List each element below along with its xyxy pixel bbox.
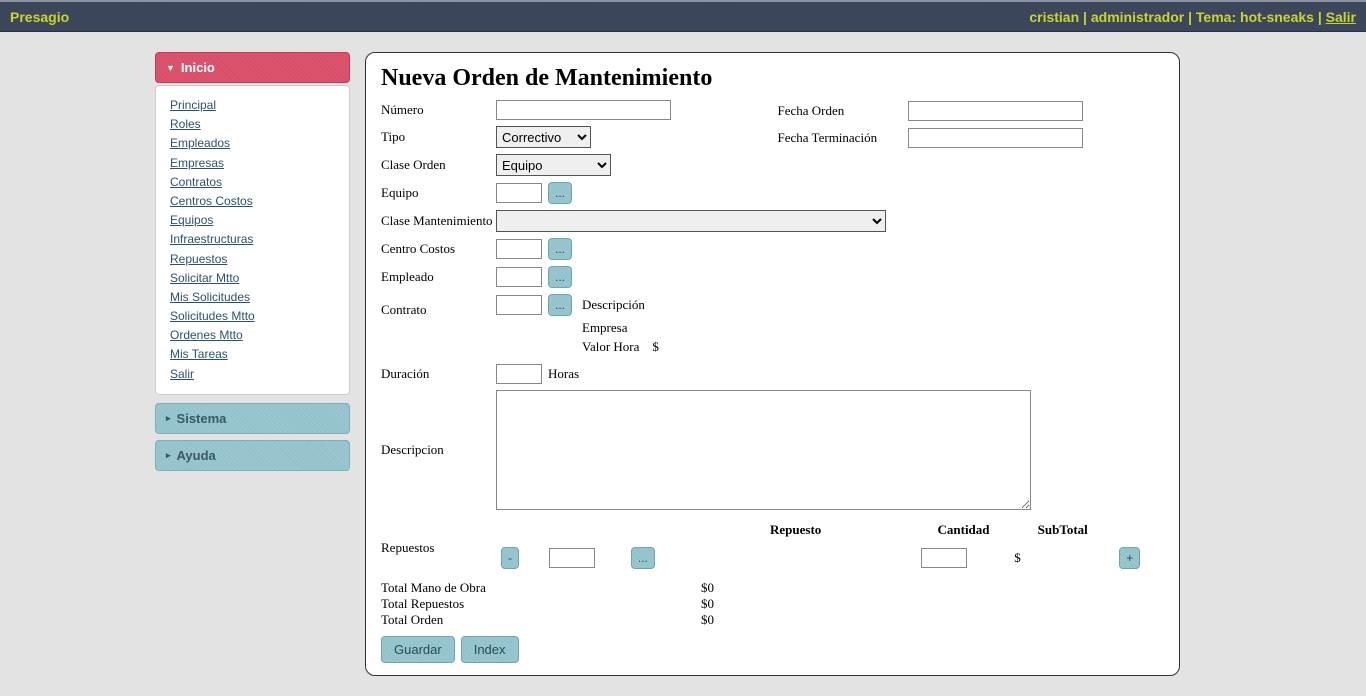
sidebar-item-empresas[interactable]: Empresas (170, 154, 335, 173)
label-contrato: Contrato (381, 294, 496, 318)
sidebar-section-inicio[interactable]: ▼ Inicio (155, 52, 350, 83)
equipo-input[interactable] (496, 183, 542, 203)
label-clase-orden: Clase Orden (381, 157, 496, 173)
theme-value: hot-sneaks (1240, 9, 1314, 25)
caret-right-icon: ▸ (166, 450, 171, 461)
label-equipo: Equipo (381, 185, 496, 201)
sidebar-item-infraestructuras[interactable]: Infraestructuras (170, 230, 335, 249)
equipo-lookup-button[interactable]: ... (548, 182, 572, 204)
label-tipo: Tipo (381, 129, 496, 145)
label-numero: Número (381, 102, 496, 118)
col-cantidad: Cantidad (918, 522, 1010, 542)
repuesto-minus-button[interactable]: - (501, 547, 519, 569)
user-name: cristian (1029, 9, 1079, 25)
theme-label: Tema: (1196, 9, 1236, 25)
sidebar-item-salir[interactable]: Salir (170, 365, 335, 384)
contrato-valor-hora-value: $ (652, 339, 659, 354)
top-bar: Presagio cristian | administrador | Tema… (0, 0, 1366, 32)
label-fecha-orden: Fecha Orden (778, 103, 908, 119)
label-contrato-descripcion: Descripción (582, 297, 645, 313)
page-title: Nueva Orden de Mantenimiento (381, 65, 1164, 92)
label-clase-mantenimiento: Clase Mantenimiento (381, 213, 496, 229)
caret-right-icon: ▸ (166, 413, 171, 424)
repuesto-code-input[interactable] (549, 548, 595, 568)
sidebar-item-solicitudes-mtto[interactable]: Solicitudes Mtto (170, 307, 335, 326)
sidebar-section-title: Inicio (181, 60, 215, 75)
label-descripcion: Descripcion (381, 442, 496, 458)
repuesto-cantidad-input[interactable] (921, 548, 967, 568)
empleado-input[interactable] (496, 267, 542, 287)
duracion-unit: Horas (548, 366, 579, 382)
label-empleado: Empleado (381, 269, 496, 285)
sidebar-item-contratos[interactable]: Contratos (170, 173, 335, 192)
repuesto-plus-button[interactable]: + (1119, 547, 1140, 569)
col-subtotal: SubTotal (1011, 522, 1114, 542)
main-panel: Nueva Orden de Mantenimiento Número Tipo… (365, 52, 1180, 676)
tipo-select[interactable]: Correctivo (496, 126, 591, 148)
sidebar-item-roles[interactable]: Roles (170, 115, 335, 134)
sidebar-section-ayuda[interactable]: ▸ Ayuda (155, 440, 350, 471)
label-total-repuestos: Total Repuestos (381, 596, 701, 612)
duracion-input[interactable] (496, 364, 542, 384)
label-total-orden: Total Orden (381, 612, 701, 628)
fecha-terminacion-input[interactable] (908, 128, 1083, 148)
centro-costos-input[interactable] (496, 239, 542, 259)
sidebar-item-equipos[interactable]: Equipos (170, 211, 335, 230)
numero-input[interactable] (496, 100, 671, 120)
label-fecha-terminacion: Fecha Terminación (778, 130, 908, 146)
contrato-input[interactable] (496, 295, 542, 315)
sidebar-item-ordenes-mtto[interactable]: Ordenes Mtto (170, 326, 335, 345)
repuesto-subtotal-cell: $ (1011, 544, 1114, 572)
brand-label: Presagio (10, 9, 69, 25)
user-info: cristian | administrador | Tema: hot-sne… (1029, 9, 1356, 25)
sidebar-item-mis-solicitudes[interactable]: Mis Solicitudes (170, 288, 335, 307)
sidebar-item-centros-costos[interactable]: Centros Costos (170, 192, 335, 211)
empleado-lookup-button[interactable]: ... (548, 266, 572, 288)
sidebar: ▼ Inicio Principal Roles Empleados Empre… (155, 52, 350, 676)
label-repuestos: Repuestos (381, 516, 496, 556)
sidebar-body-inicio: Principal Roles Empleados Empresas Contr… (155, 85, 350, 395)
label-centro-costos: Centro Costos (381, 241, 496, 257)
label-contrato-empresa: Empresa (582, 320, 1164, 336)
sidebar-item-empleados[interactable]: Empleados (170, 134, 335, 153)
label-total-mano-obra: Total Mano de Obra (381, 580, 701, 596)
label-duracion: Duración (381, 366, 496, 382)
contrato-lookup-button[interactable]: ... (548, 294, 572, 316)
sidebar-section-title: Sistema (177, 411, 227, 426)
logout-link[interactable]: Salir (1326, 9, 1356, 25)
user-role: administrador (1091, 9, 1184, 25)
fecha-orden-input[interactable] (908, 101, 1083, 121)
descripcion-textarea[interactable] (496, 390, 1031, 510)
caret-down-icon: ▼ (166, 63, 175, 73)
total-mano-obra-value: $0 (701, 580, 1164, 596)
sidebar-section-title: Ayuda (177, 448, 216, 463)
total-repuestos-value: $0 (701, 596, 1164, 612)
clase-orden-select[interactable]: Equipo (496, 154, 611, 176)
repuesto-name-cell (676, 544, 916, 572)
sidebar-item-solicitar-mtto[interactable]: Solicitar Mtto (170, 269, 335, 288)
centro-costos-lookup-button[interactable]: ... (548, 238, 572, 260)
sidebar-item-principal[interactable]: Principal (170, 96, 335, 115)
label-contrato-valor-hora: Valor Hora (582, 339, 639, 354)
col-repuesto: Repuesto (676, 522, 916, 542)
sidebar-item-mis-tareas[interactable]: Mis Tareas (170, 345, 335, 364)
sidebar-item-repuestos[interactable]: Repuestos (170, 250, 335, 269)
clase-mantenimiento-select[interactable] (496, 210, 886, 232)
total-orden-value: $0 (701, 612, 1164, 628)
repuesto-lookup-button[interactable]: ... (631, 547, 655, 569)
sidebar-section-sistema[interactable]: ▸ Sistema (155, 403, 350, 434)
